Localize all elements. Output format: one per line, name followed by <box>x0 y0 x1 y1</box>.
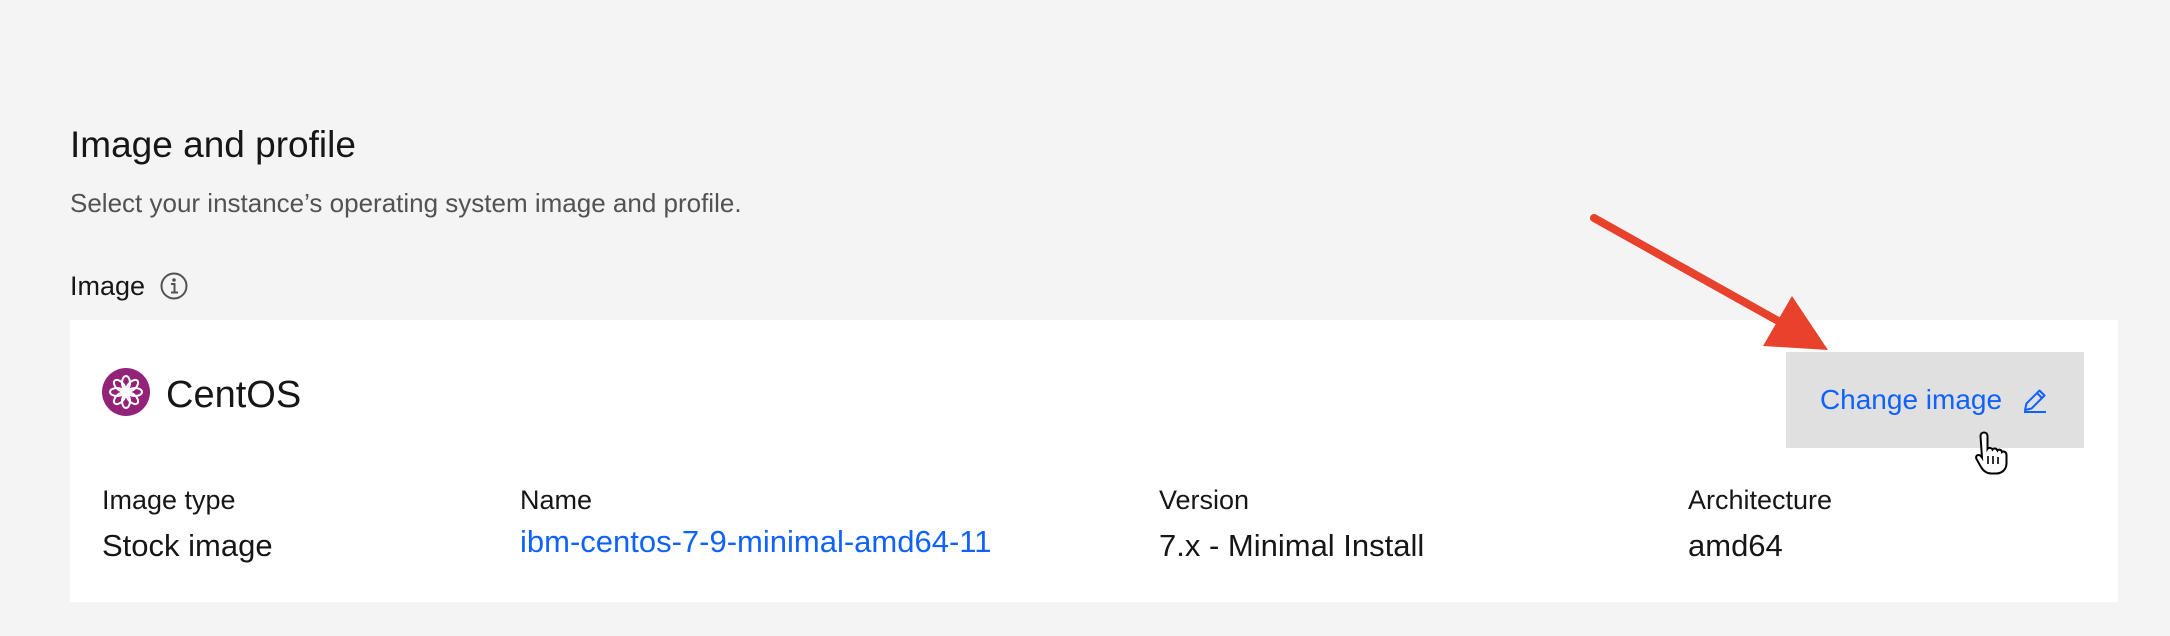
change-image-button[interactable]: Change image <box>1786 352 2084 448</box>
detail-label: Image type <box>102 485 236 515</box>
section-title: Image and profile <box>70 124 356 165</box>
centos-logo-icon <box>102 368 150 416</box>
detail-label: Architecture <box>1688 485 1833 515</box>
detail-label: Version <box>1159 485 1250 515</box>
detail-architecture: Architecture amd64 <box>1688 482 1832 568</box>
image-label-text: Image <box>70 271 146 301</box>
image-details: Image type Stock image Name ibm-centos-7… <box>102 482 2092 582</box>
detail-value: 7.x - Minimal Install <box>1159 528 1425 563</box>
hand-pointer-icon <box>1975 431 2008 475</box>
detail-value: amd64 <box>1688 528 1783 563</box>
os-name: CentOS <box>166 374 302 416</box>
edit-icon <box>2024 389 2047 413</box>
detail-version: Version 7.x - Minimal Install <box>1159 482 1424 568</box>
detail-value: Stock image <box>102 528 273 563</box>
detail-image-type: Image type Stock image <box>102 482 273 568</box>
image-card: CentOS Change image Image type Stock ima… <box>70 320 2118 602</box>
change-image-label: Change image <box>1819 384 2003 415</box>
section-description: Select your instance’s operating system … <box>70 188 742 218</box>
info-icon[interactable] <box>159 271 189 301</box>
detail-label: Name <box>520 485 593 515</box>
image-field-label: Image <box>70 268 189 304</box>
arrow-icon <box>1590 214 1828 350</box>
image-name-link[interactable]: ibm-centos-7-9-minimal-amd64-11 <box>520 520 991 564</box>
detail-name: Name ibm-centos-7-9-minimal-amd64-11 <box>520 482 991 564</box>
image-and-profile-section: Image and profile Select your instance’s… <box>70 120 2118 602</box>
